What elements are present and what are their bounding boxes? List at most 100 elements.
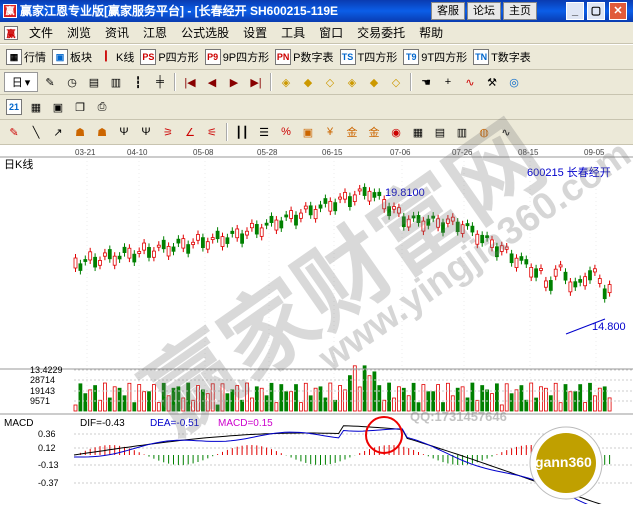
title-bar: 赢 赢家江恩专业版[赢家服务平台] - [长春经开 SH600215-119E … bbox=[0, 0, 633, 22]
link-support[interactable]: 客服 bbox=[431, 2, 465, 20]
menu-browse[interactable]: 浏览 bbox=[60, 23, 98, 43]
menu-formula[interactable]: 公式选股 bbox=[174, 23, 236, 43]
ruler-icon[interactable]: ▤ bbox=[430, 122, 450, 142]
app-menu-icon[interactable]: 赢 bbox=[4, 25, 18, 40]
toolbar-9p-square[interactable]: P9 9P四方形 bbox=[203, 47, 271, 67]
trend-icon[interactable]: ∿ bbox=[460, 72, 480, 92]
candle bbox=[298, 212, 303, 219]
expand-icon[interactable]: ◇ bbox=[386, 72, 406, 92]
candle bbox=[544, 280, 548, 288]
volume-bar bbox=[607, 397, 612, 412]
toolbar-t-square[interactable]: TS T四方形 bbox=[338, 47, 400, 67]
angle-icon[interactable]: ∠ bbox=[180, 122, 200, 142]
fan2-icon[interactable]: ⚟ bbox=[202, 122, 222, 142]
menu-settings[interactable]: 设置 bbox=[236, 23, 274, 43]
fan-icon[interactable]: ⚞ bbox=[158, 122, 178, 142]
gann-box-icon[interactable]: ☗ bbox=[92, 122, 112, 142]
candle bbox=[416, 215, 421, 223]
zoom-out-icon[interactable]: ◇ bbox=[320, 72, 340, 92]
menu-info[interactable]: 资讯 bbox=[98, 23, 136, 43]
maximize-button[interactable]: ▢ bbox=[587, 2, 605, 20]
toolbar-p-number[interactable]: PN P数字表 bbox=[273, 47, 335, 67]
ray-icon[interactable]: ↗ bbox=[48, 122, 68, 142]
gann-fan-icon[interactable]: ☗ bbox=[70, 122, 90, 142]
pencil-icon[interactable]: ✎ bbox=[4, 122, 24, 142]
layers-icon[interactable]: ❐ bbox=[70, 97, 90, 117]
shift-left-icon[interactable]: ◈ bbox=[342, 72, 362, 92]
tools-icon[interactable]: ⚒ bbox=[482, 72, 502, 92]
date-tick: 07-06 bbox=[390, 148, 411, 157]
kline-chart[interactable]: 03-21 04-10 05-08 05-28 06-15 07-06 07-26 08-15… bbox=[0, 145, 633, 507]
next-icon[interactable]: ▶ bbox=[224, 72, 244, 92]
volume-bar bbox=[205, 393, 210, 412]
clock-icon[interactable]: ◷ bbox=[62, 72, 82, 92]
grid-table-icon[interactable]: ▦ bbox=[26, 97, 46, 117]
toolbar-kline[interactable]: ┃ K线 bbox=[96, 47, 136, 67]
volume-bar bbox=[298, 402, 303, 412]
gold2-icon[interactable]: 金 bbox=[364, 122, 384, 142]
coin-icon[interactable]: ◍ bbox=[474, 122, 494, 142]
chart-area[interactable]: 03-21 04-10 05-08 05-28 06-15 07-06 07-26 08-15… bbox=[0, 105, 633, 507]
toolbar-nav: 日 ▾ ✎ ◷ ▤ ▥ ┇ ╪ |◀ ◀ ▶ ▶| ◈ ◆ ◇ ◈ ◆ ◇ ☚ +… bbox=[0, 70, 633, 95]
hlines-icon[interactable]: ☰ bbox=[254, 122, 274, 142]
fork2-icon[interactable]: Ψ bbox=[136, 122, 156, 142]
menu-trade[interactable]: 交易委托 bbox=[350, 23, 412, 43]
first-icon[interactable]: |◀ bbox=[180, 72, 200, 92]
candle bbox=[303, 205, 308, 210]
minimize-button[interactable]: _ bbox=[566, 2, 584, 20]
menu-help[interactable]: 帮助 bbox=[412, 23, 450, 43]
shift-right-icon[interactable]: ◆ bbox=[364, 72, 384, 92]
menu-gann[interactable]: 江恩 bbox=[136, 23, 174, 43]
toolbar-label: 9T四方形 bbox=[421, 52, 468, 64]
volume-bar bbox=[367, 375, 372, 412]
bar-icon[interactable]: ▥ bbox=[452, 122, 472, 142]
crosshair-icon[interactable]: + bbox=[438, 72, 458, 92]
toolbar-9t-square[interactable]: T9 9T四方形 bbox=[401, 47, 469, 67]
vlines-icon[interactable]: ┃┃ bbox=[232, 122, 252, 142]
volume-bar bbox=[514, 389, 519, 412]
gold-icon[interactable]: 金 bbox=[342, 122, 362, 142]
menu-file[interactable]: 文件 bbox=[22, 23, 60, 43]
link-forum[interactable]: 论坛 bbox=[467, 2, 501, 20]
toolbar-sectors[interactable]: ▣ 板块 bbox=[50, 47, 94, 67]
wave-icon[interactable]: ∿ bbox=[496, 122, 516, 142]
candle bbox=[583, 276, 587, 287]
toolbar-quotes[interactable]: ▦ 行情 bbox=[4, 47, 48, 67]
volume-bar bbox=[352, 365, 357, 412]
calendar-icon[interactable]: ▥ bbox=[106, 72, 126, 92]
square-icon[interactable]: ▣ bbox=[298, 122, 318, 142]
save-icon[interactable]: ▣ bbox=[48, 97, 68, 117]
draw-icon[interactable]: ✎ bbox=[40, 72, 60, 92]
date-tick: 08-15 bbox=[518, 148, 539, 157]
close-button[interactable]: ✕ bbox=[609, 2, 627, 20]
link-home[interactable]: 主页 bbox=[503, 2, 537, 20]
globe-icon[interactable]: ◎ bbox=[504, 72, 524, 92]
prev-icon[interactable]: ◀ bbox=[202, 72, 222, 92]
percent-icon[interactable]: % bbox=[276, 122, 296, 142]
period-select[interactable]: 日 ▾ bbox=[4, 72, 38, 92]
diamond-icon[interactable]: ◈ bbox=[276, 72, 296, 92]
zoom-in-icon[interactable]: ◆ bbox=[298, 72, 318, 92]
candle bbox=[460, 224, 465, 234]
fork-icon[interactable]: Ψ bbox=[114, 122, 134, 142]
volume-bar bbox=[313, 387, 318, 412]
calendar-21-icon[interactable]: 21 bbox=[4, 97, 24, 117]
bars-icon[interactable]: ┇ bbox=[128, 72, 148, 92]
volume-bar bbox=[303, 382, 308, 412]
money-icon[interactable]: ¥ bbox=[320, 122, 340, 142]
volume-bar bbox=[117, 387, 122, 412]
hand-icon[interactable]: ☚ bbox=[416, 72, 436, 92]
menu-tools[interactable]: 工具 bbox=[274, 23, 312, 43]
candle-icon[interactable]: ╪ bbox=[150, 72, 170, 92]
toolbar-t-number[interactable]: TN T数字表 bbox=[471, 47, 533, 67]
volume-bar bbox=[460, 386, 465, 412]
toolbar-p-square[interactable]: PS P四方形 bbox=[138, 47, 200, 67]
menu-window[interactable]: 窗口 bbox=[312, 23, 350, 43]
eye-icon[interactable]: ◉ bbox=[386, 122, 406, 142]
last-icon[interactable]: ▶| bbox=[246, 72, 266, 92]
candle bbox=[485, 235, 490, 239]
line-icon[interactable]: ╲ bbox=[26, 122, 46, 142]
grid-lines-icon[interactable]: ▦ bbox=[408, 122, 428, 142]
table-icon[interactable]: ▤ bbox=[84, 72, 104, 92]
print-icon[interactable]: ⎙ bbox=[92, 97, 112, 117]
